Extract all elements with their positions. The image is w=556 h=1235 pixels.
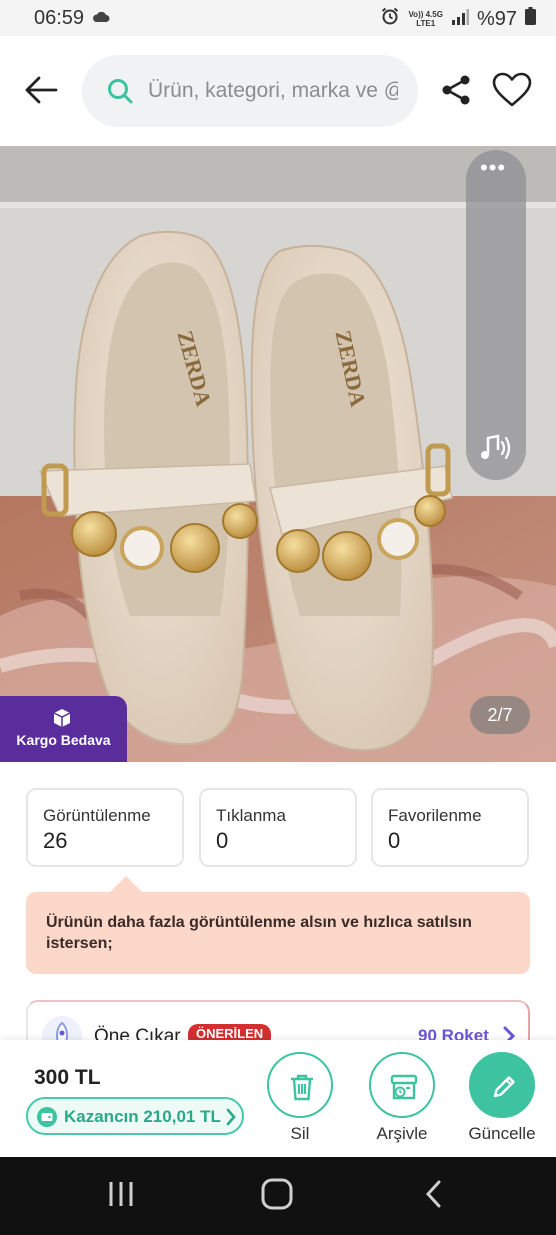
archive-button-circle[interactable]	[369, 1052, 435, 1118]
home-icon	[261, 1178, 293, 1210]
more-icon[interactable]: •••	[480, 157, 506, 179]
home-button[interactable]	[260, 1177, 294, 1216]
search-icon	[106, 77, 134, 110]
promotion-tip: Ürünün daha fazla görüntülenme alsın ve …	[26, 892, 530, 974]
cloud-icon	[92, 10, 110, 28]
listing-price: 300 TL	[34, 1066, 101, 1089]
archive-button[interactable]: Arşivle	[362, 1052, 442, 1144]
update-button-circle[interactable]	[469, 1052, 535, 1118]
tip-arrow	[110, 876, 142, 892]
earnings-button[interactable]: Kazancın 210,01 TL	[26, 1097, 244, 1135]
share-icon	[442, 75, 470, 105]
delete-button[interactable]: Sil	[260, 1052, 340, 1144]
system-nav-bar	[0, 1157, 556, 1235]
chevron-right-icon	[226, 1108, 236, 1131]
system-back-button[interactable]	[422, 1179, 446, 1214]
stat-views: Görüntülenme 26	[26, 788, 184, 867]
stat-favorites: Favorilenme 0	[371, 788, 529, 867]
network-indicator: Vo)) 4.5G LTE1	[408, 10, 443, 28]
archive-label: Arşivle	[376, 1124, 428, 1143]
earnings-label: Kazancın 210,01 TL	[64, 1107, 221, 1126]
recent-apps-icon	[109, 1182, 133, 1206]
recent-apps-button[interactable]	[106, 1179, 136, 1214]
status-right: Vo)) 4.5G LTE1 %97	[380, 6, 536, 32]
arrow-left-icon	[25, 76, 58, 104]
stat-label: Görüntülenme	[43, 806, 151, 825]
share-button[interactable]	[440, 74, 472, 106]
status-time: 06:59	[34, 7, 85, 29]
tip-text: Ürünün daha fazla görüntülenme alsın ve …	[46, 914, 472, 952]
delete-label: Sil	[290, 1124, 310, 1143]
pencil-icon	[493, 1076, 515, 1098]
heart-icon	[492, 72, 532, 107]
update-label: Güncelle	[468, 1124, 536, 1143]
status-bar: 06:59 Vo)) 4.5G LTE1 %97	[0, 0, 556, 36]
signal-icon	[451, 8, 469, 31]
bottom-action-bar: 300 TL Kazancın 210,01 TL Sil Arşivle Gü…	[0, 1040, 556, 1157]
archive-icon	[390, 1074, 418, 1100]
stat-label: Tıklanma	[216, 806, 286, 825]
stat-clicks: Tıklanma 0	[199, 788, 357, 867]
delete-button-circle[interactable]	[267, 1052, 333, 1118]
update-button[interactable]: Güncelle	[462, 1052, 542, 1144]
trash-icon	[291, 1074, 313, 1101]
stat-value: 0	[388, 828, 401, 853]
free-shipping-badge: Kargo Bedava	[0, 696, 127, 762]
back-button[interactable]	[22, 74, 60, 106]
chevron-left-icon	[425, 1180, 441, 1208]
battery-percent: %97	[476, 7, 517, 30]
battery-icon	[525, 7, 536, 31]
product-photo[interactable]: ZERDA ZERDA •••	[0, 146, 556, 762]
search-input[interactable]: Ürün, kategori, marka ve @	[148, 79, 398, 103]
top-header: Ürün, kategori, marka ve @	[0, 36, 556, 146]
free-shipping-label: Kargo Bedava	[16, 732, 111, 748]
box-icon	[52, 708, 72, 733]
wallet-icon	[36, 1106, 58, 1133]
stat-value: 26	[43, 828, 68, 853]
search-bar[interactable]: Ürün, kategori, marka ve @	[82, 55, 418, 127]
stat-value: 0	[216, 828, 229, 853]
image-page-indicator: 2/7	[470, 696, 530, 734]
stat-label: Favorilenme	[388, 806, 482, 825]
media-control-panel[interactable]: •••	[466, 150, 526, 480]
alarm-icon	[380, 6, 400, 32]
audio-icon[interactable]	[478, 432, 514, 469]
favorite-button[interactable]	[492, 72, 532, 108]
